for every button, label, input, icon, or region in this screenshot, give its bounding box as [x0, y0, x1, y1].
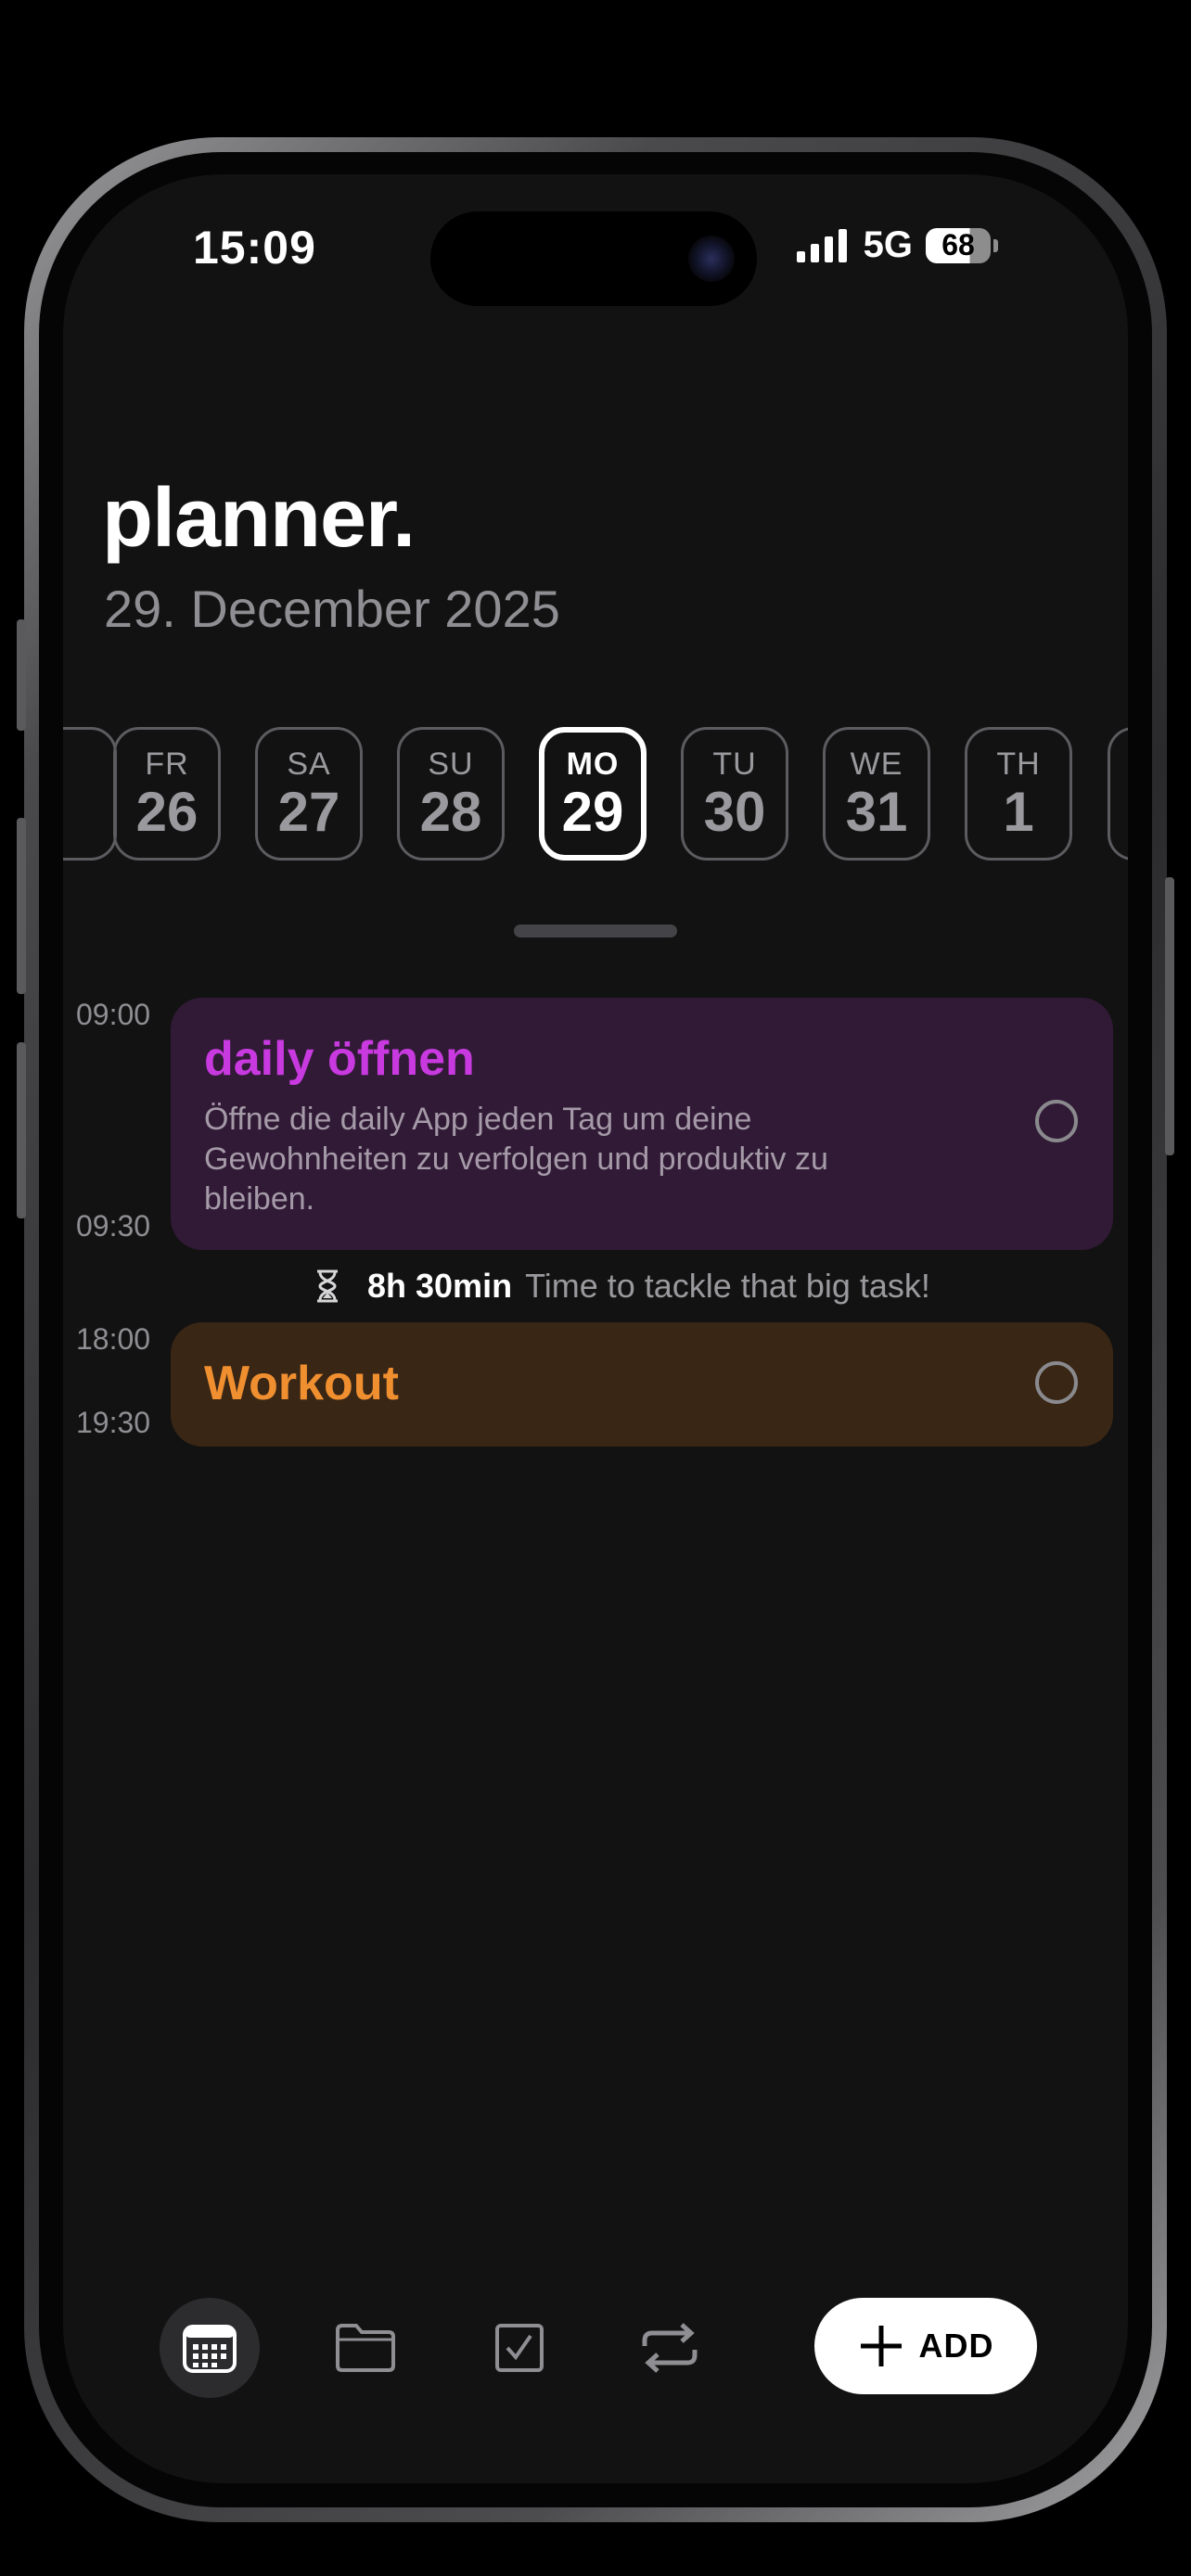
event-start-time: 09:00 — [76, 998, 151, 1031]
dynamic-island — [430, 211, 757, 306]
folder-icon — [336, 2324, 395, 2372]
day-cell[interactable]: SU 28 — [397, 727, 505, 861]
day-number: 31 — [845, 781, 908, 843]
signal-icon — [796, 228, 847, 262]
network-label: 5G — [863, 224, 913, 265]
tab-folder[interactable] — [315, 2298, 416, 2398]
plus-icon — [860, 2326, 902, 2366]
status-time: 15:09 — [193, 222, 316, 274]
repeat-icon — [642, 2323, 698, 2373]
day-name: FR — [145, 746, 189, 782]
day-name: SA — [287, 746, 331, 782]
calendar-icon — [183, 2325, 237, 2373]
day-cell-partial-right[interactable] — [1108, 727, 1128, 861]
app-title: planner. — [102, 472, 416, 565]
battery-icon: 68 — [926, 227, 991, 263]
day-selector: FR 26 SA 27 SU 28 MO 29 TU 30 WE 31 TH 1 — [63, 727, 1128, 868]
complete-toggle[interactable] — [1035, 1361, 1078, 1404]
day-number: 27 — [277, 781, 340, 843]
camera-lens — [688, 236, 735, 282]
day-cell[interactable]: SA 27 — [255, 727, 363, 861]
tab-repeat[interactable] — [620, 2298, 720, 2398]
event-card[interactable]: daily öffnen Öffne die daily App jeden T… — [171, 998, 1113, 1250]
tab-calendar[interactable] — [160, 2298, 260, 2398]
volume-up-button — [17, 818, 26, 994]
free-time-indicator: 8h 30min Time to tackle that big task! — [315, 1267, 930, 1306]
day-number: 29 — [561, 781, 624, 843]
complete-toggle[interactable] — [1035, 1100, 1078, 1142]
event-card[interactable]: Workout — [171, 1322, 1113, 1447]
action-button — [17, 619, 26, 731]
event-title: Workout — [204, 1357, 399, 1410]
day-number: 26 — [135, 781, 198, 843]
status-indicators: 5G 68 — [796, 224, 998, 266]
day-number: 30 — [703, 781, 766, 843]
event-start-time: 18:00 — [76, 1322, 151, 1356]
tab-tasks[interactable] — [469, 2298, 570, 2398]
day-name: MO — [566, 746, 620, 782]
event-title: daily öffnen — [204, 1032, 475, 1086]
add-button-label: ADD — [918, 2327, 994, 2365]
event-description: Öffne die daily App jeden Tag um deine G… — [204, 1102, 828, 1217]
day-name: WE — [850, 746, 903, 782]
day-number: 28 — [419, 781, 482, 843]
add-button[interactable]: ADD — [814, 2298, 1037, 2394]
current-date: 29. December 2025 — [104, 580, 560, 638]
checkbox-icon — [495, 2324, 544, 2372]
battery-level: 68 — [941, 228, 975, 261]
day-number: 1 — [1003, 781, 1034, 843]
free-time-message: Time to tackle that big task! — [525, 1267, 930, 1305]
event-end-time: 19:30 — [76, 1406, 151, 1439]
power-button — [1165, 877, 1174, 1155]
day-name: TU — [712, 746, 757, 782]
day-cell-partial-left[interactable] — [63, 727, 117, 861]
drag-handle[interactable] — [514, 925, 677, 937]
day-cell[interactable]: WE 31 — [823, 727, 930, 861]
battery-tip — [993, 238, 998, 252]
day-cell[interactable]: TH 1 — [965, 727, 1072, 861]
free-time-duration: 8h 30min — [367, 1267, 513, 1305]
hourglass-icon — [317, 1269, 338, 1303]
day-cell[interactable]: FR 26 — [113, 727, 221, 861]
app-screen: 15:09 5G 68 planner. 29. December 2025 F… — [63, 174, 1128, 2483]
event-end-time: 09:30 — [76, 1209, 151, 1243]
day-cell-selected[interactable]: MO 29 — [539, 727, 647, 861]
day-name: SU — [428, 746, 474, 782]
day-name: TH — [996, 746, 1041, 782]
day-cell[interactable]: TU 30 — [681, 727, 788, 861]
volume-down-button — [17, 1042, 26, 1218]
